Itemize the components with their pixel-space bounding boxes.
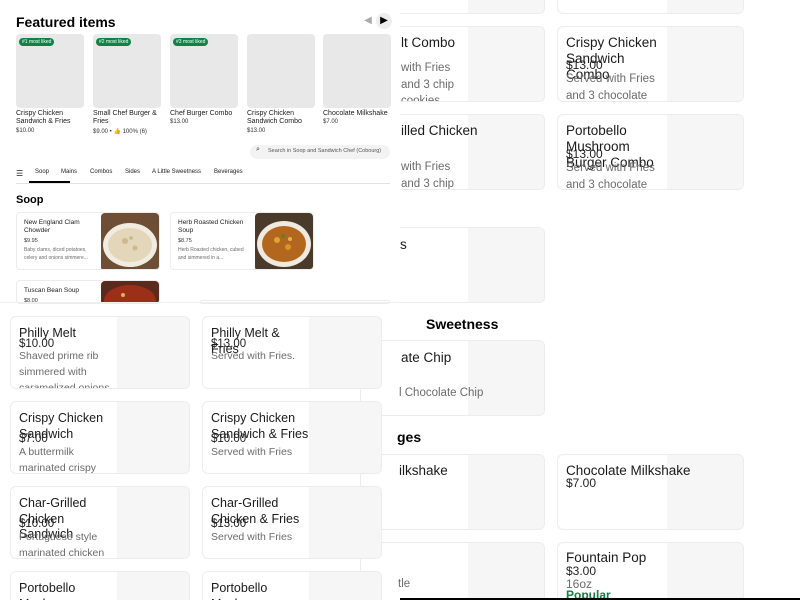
item-name: ate Chip xyxy=(401,350,452,365)
menu-card-tuscan-bean-soup[interactable]: Tuscan Bean Soup $8.00 xyxy=(16,280,160,304)
featured-item-name: Chef Burger Combo xyxy=(170,110,233,117)
item-name: illed Chicken xyxy=(401,123,478,138)
menu-card-char-grilled-fries[interactable]: Char-Grilled Chicken & Fries $13.00 Serv… xyxy=(202,486,382,559)
most-liked-badge: #2 most liked xyxy=(96,38,132,46)
item-name: lt Combo xyxy=(401,35,456,50)
clam-chowder-image xyxy=(101,213,159,269)
search-placeholder: Search in Soop and Sandwich Chef (Cobour… xyxy=(268,148,382,154)
tab-combos[interactable]: Combos xyxy=(90,169,112,175)
item-name: ilkshake xyxy=(399,463,448,478)
menu-card-crispy-chicken-sandwich-combo[interactable]: Crispy Chicken Sandwich Combo $13.00 Ser… xyxy=(557,26,744,102)
item-price: $3.00 xyxy=(566,564,597,578)
tabs-divider xyxy=(16,183,390,184)
featured-item-image: #2 most liked xyxy=(93,34,161,108)
featured-item-price: $13.00 xyxy=(170,119,189,126)
item-price: $13.00 xyxy=(566,58,603,72)
section-title-soop: Soop xyxy=(16,194,44,206)
featured-item[interactable]: Chocolate Milkshake $7.00 xyxy=(323,34,391,125)
featured-item[interactable]: #2 most liked Small Chef Burger & Fries … xyxy=(93,34,161,135)
menu-card-portobello-burger[interactable]: Portobello Mushroom Burger xyxy=(10,571,190,600)
item-price: $8.75 xyxy=(178,238,192,244)
item-description: Served with Fries xyxy=(211,531,293,543)
featured-item-name: Crispy Chicken Sandwich Combo xyxy=(247,110,302,126)
item-description: Served with Fries xyxy=(211,446,293,458)
featured-item[interactable]: #1 most liked Crispy Chicken Sandwich & … xyxy=(16,34,84,134)
most-liked-badge: #3 most liked xyxy=(173,38,209,46)
item-description: with Fries and 3 chip cookies. xyxy=(401,161,455,190)
menu-card-partial[interactable] xyxy=(557,0,744,14)
featured-item-price: $10.00 xyxy=(16,127,35,134)
item-price: $7.00 xyxy=(19,433,48,445)
item-description: with Fries and 3 chip cookies. xyxy=(401,62,455,102)
store-preview-panel: Featured items ◀ ▶ #1 most liked Crispy … xyxy=(0,0,400,304)
tab-mains[interactable]: Mains xyxy=(61,169,77,175)
featured-item-name: Small Chef Burger & Fries xyxy=(93,110,157,126)
featured-item-price: $13.00 xyxy=(247,127,266,134)
tab-beverages[interactable]: Beverages xyxy=(214,169,243,175)
featured-item-price: $9.00 • 👍 100% (6) xyxy=(93,128,147,135)
item-price: $9.95 xyxy=(24,238,38,244)
item-price: $7.00 xyxy=(566,476,597,490)
featured-item[interactable]: #3 most liked Chef Burger Combo $13.00 xyxy=(170,34,238,125)
tab-sides[interactable]: Sides xyxy=(125,169,140,175)
item-description: Shaved prime rib simmered with carameliz… xyxy=(19,350,110,389)
item-description: Served with Fries and 3 chocolate chip c… xyxy=(566,73,655,102)
item-description: A buttermilk marinated crispy coated chi… xyxy=(19,446,97,474)
menu-card-crispy-chicken-fries[interactable]: Crispy Chicken Sandwich & Fries $10.00 S… xyxy=(202,401,382,474)
section-heading-beverages: ges xyxy=(397,429,422,445)
featured-item[interactable]: Crispy Chicken Sandwich Combo $13.00 xyxy=(247,34,315,134)
menu-card-philly-melt[interactable]: Philly Melt $10.00 Shaved prime rib simm… xyxy=(10,316,190,389)
menu-card-chocolate-milkshake[interactable]: Chocolate Milkshake $7.00 xyxy=(557,454,744,530)
menu-card-fountain-pop[interactable]: Fountain Pop $3.00 16oz Popular xyxy=(557,542,744,600)
menu-list-icon[interactable]: ☰ xyxy=(16,169,23,178)
featured-item-image xyxy=(247,34,315,108)
item-name: Portobello Mushroom Burger xyxy=(19,581,78,600)
item-price: $13.00 xyxy=(211,518,247,530)
item-description: Baby clams, diced potatoes, celery and o… xyxy=(24,247,88,261)
item-description: Herb Roasted chicken, cubed and simmered… xyxy=(178,247,244,261)
item-price: $13.00 xyxy=(566,147,603,161)
menu-card-char-grilled-sandwich[interactable]: Char-Grilled Chicken Sandwich $10.00 Por… xyxy=(10,486,190,559)
featured-item-image: #3 most liked xyxy=(170,34,238,108)
item-name: Portobello Mushroom Burger & Fries xyxy=(211,581,270,600)
arrow-left-icon[interactable]: ◀ xyxy=(360,13,376,29)
category-tabs: ☰ Soop Mains Combos Sides A Little Sweet… xyxy=(16,168,390,184)
tab-soop[interactable]: Soop xyxy=(35,169,49,175)
section-heading-sweetness: Sweetness xyxy=(426,316,499,332)
featured-item-image: #1 most liked xyxy=(16,34,84,108)
featured-items-title: Featured items xyxy=(16,14,116,30)
tab-a-little-sweetness[interactable]: A Little Sweetness xyxy=(152,169,201,175)
item-name: Tuscan Bean Soup xyxy=(24,287,80,294)
item-price: $10.00 xyxy=(211,433,247,445)
item-description: Portuguese style marinated chicken breas… xyxy=(19,531,105,559)
menu-card-philly-melt-fries[interactable]: Philly Melt & Fries $13.00 Served with F… xyxy=(202,316,382,389)
menu-card-herb-chicken-soup[interactable]: Herb Roasted Chicken Soup $8.75 Herb Roa… xyxy=(170,212,314,270)
store-search-input[interactable]: ⌕ Search in Soop and Sandwich Chef (Cobo… xyxy=(250,145,390,159)
featured-item-name: Chocolate Milkshake xyxy=(323,110,388,117)
bean-soup-image xyxy=(101,281,159,303)
item-description: Served with Fries. xyxy=(211,350,296,362)
featured-item-price: $7.00 xyxy=(323,119,339,126)
menu-card-portobello-combo[interactable]: Portobello Mushroom Burger Combo $13.00 … xyxy=(557,114,744,190)
item-price: $8.00 xyxy=(24,298,38,304)
panel-bottom-edge xyxy=(0,302,400,303)
item-name: New England Clam Chowder xyxy=(24,219,80,235)
chicken-soup-image xyxy=(255,213,313,269)
featured-item-image xyxy=(323,34,391,108)
menu-card-crispy-chicken-sandwich[interactable]: Crispy Chicken Sandwich $7.00 A buttermi… xyxy=(10,401,190,474)
item-name: Herb Roasted Chicken Soup xyxy=(178,219,244,235)
most-liked-badge: #1 most liked xyxy=(19,38,55,46)
item-name: s xyxy=(400,237,407,252)
featured-item-name: Crispy Chicken Sandwich & Fries xyxy=(16,110,71,126)
menu-card-clam-chowder[interactable]: New England Clam Chowder $9.95 Baby clam… xyxy=(16,212,160,270)
item-description: Served with Fries and 3 chocolate chip c… xyxy=(566,162,655,190)
arrow-right-icon[interactable]: ▶ xyxy=(376,13,392,29)
search-icon: ⌕ xyxy=(256,146,260,153)
item-description: l Chocolate Chip xyxy=(399,387,484,399)
menu-card-portobello-burger-fries[interactable]: Portobello Mushroom Burger & Fries xyxy=(202,571,382,600)
item-price: $10.00 xyxy=(19,518,55,530)
